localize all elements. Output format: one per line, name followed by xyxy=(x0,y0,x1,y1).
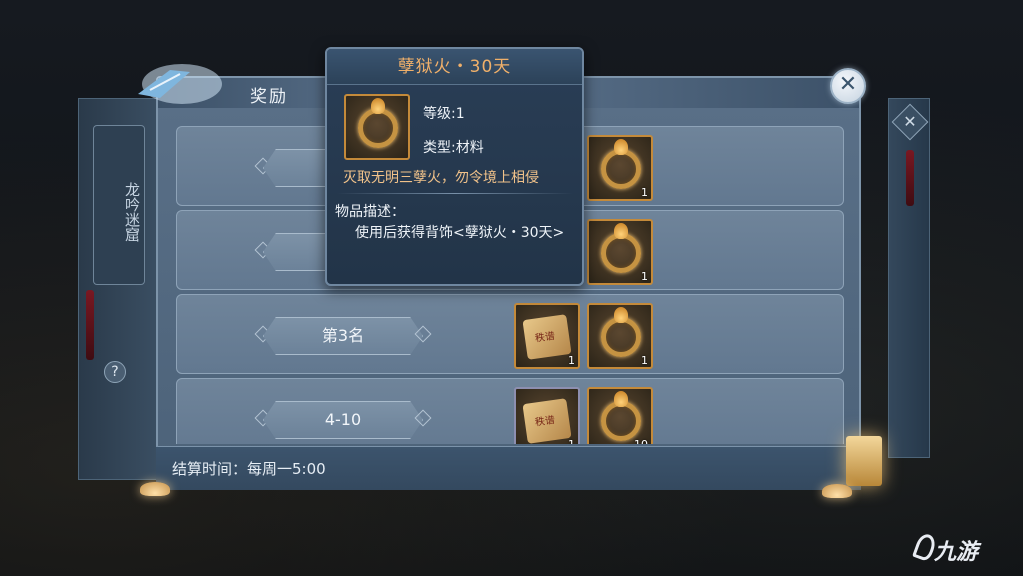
reward-item-ring[interactable]: 1 xyxy=(587,303,653,369)
item-description: 使用后获得背饰<孽狱火・30天> xyxy=(355,225,565,241)
scroll-icon: 秩谱 xyxy=(522,314,572,360)
tooltip-divider xyxy=(337,193,573,194)
ring-icon xyxy=(601,401,641,441)
item-type: 类型:材料 xyxy=(423,140,484,156)
reward-item-scroll[interactable]: 秩谱 1 xyxy=(514,303,580,369)
rank-label: 4-10 xyxy=(263,401,423,439)
fan-emblem-icon xyxy=(138,64,222,104)
close-diamond-icon[interactable]: ✕ xyxy=(891,103,929,141)
item-quantity: 1 xyxy=(641,270,648,283)
item-quantity: 1 xyxy=(641,354,648,367)
item-tooltip: 孽狱火・30天 等级:1 类型:材料 灭取无明三孽火，勿令境上相侵 物品描述： … xyxy=(325,47,584,286)
lotus-decoration xyxy=(822,484,852,498)
tassel-decoration xyxy=(86,290,94,360)
reward-row: 4-10 秩谱 1 10 xyxy=(176,378,844,444)
flame-icon xyxy=(614,307,628,323)
dungeon-vertical-title: 龙吟迷窟 xyxy=(93,125,145,285)
lotus-decoration xyxy=(140,482,170,496)
tooltip-title: 孽狱火・30天 xyxy=(397,57,512,77)
item-quantity: 1 xyxy=(641,186,648,199)
item-quantity: 10 xyxy=(634,438,648,444)
left-scroll-panel: 龙吟迷窟 ? xyxy=(78,98,158,480)
flame-icon xyxy=(614,223,628,239)
panel-footer: 结算时间：每周一5:00 xyxy=(156,446,861,490)
ring-icon xyxy=(358,108,398,148)
rank-label: 第3名 xyxy=(263,317,423,355)
lantern-decoration xyxy=(846,436,882,486)
reward-row: 第3名 秩谱 1 1 xyxy=(176,294,844,374)
item-quantity: 1 xyxy=(568,354,575,367)
panel-title: 奖励 xyxy=(250,87,288,107)
tooltip-header: 孽狱火・30天 xyxy=(327,49,582,85)
help-icon[interactable]: ? xyxy=(104,361,126,383)
reward-item-ring[interactable]: 1 xyxy=(587,219,653,285)
tooltip-item-icon xyxy=(344,94,410,160)
flame-icon xyxy=(614,391,628,407)
description-heading: 物品描述： xyxy=(335,204,405,220)
ring-icon xyxy=(601,233,641,273)
flame-icon xyxy=(614,139,628,155)
item-quantity: 1 xyxy=(568,438,575,444)
close-button[interactable]: ✕ xyxy=(830,68,866,104)
settle-time-text: 结算时间：每周一5:00 xyxy=(172,460,326,478)
flame-icon xyxy=(371,98,385,114)
item-level: 等级:1 xyxy=(423,106,465,122)
ring-icon xyxy=(601,149,641,189)
ring-icon xyxy=(601,317,641,357)
reward-item-scroll[interactable]: 秩谱 1 xyxy=(514,387,580,444)
reward-item-ring[interactable]: 10 xyxy=(587,387,653,444)
scroll-icon: 秩谱 xyxy=(522,398,572,444)
watermark-text: 九游 xyxy=(934,540,979,565)
tassel-decoration xyxy=(906,150,914,206)
item-flavor-text: 灭取无明三孽火，勿令境上相侵 xyxy=(343,170,539,186)
reward-item-ring[interactable]: 1 xyxy=(587,135,653,201)
